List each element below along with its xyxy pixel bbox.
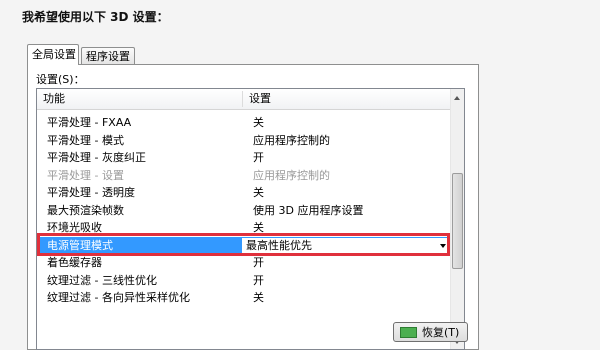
list-item-power-management[interactable]: 电源管理模式 最高性能优先 — [37, 236, 452, 254]
feature-value: 关 — [253, 221, 264, 234]
feature-value: 应用程序控制的 — [253, 168, 330, 182]
list-item: 平滑处理 - 设置 应用程序控制的 — [37, 167, 452, 185]
feature-value: 使用 3D 应用程序设置 — [253, 203, 364, 217]
column-divider[interactable] — [242, 91, 243, 107]
settings-list[interactable]: 功能 设置 平滑处理 - FXAA 关 平滑处理 - 模式 应用程序控制的 平滑… — [36, 88, 465, 350]
settings-label: 设置(S)： — [36, 73, 85, 86]
restore-button[interactable]: 恢复(T) — [393, 322, 468, 342]
list-item[interactable]: 纹理过滤 - 三线性优化 开 — [37, 272, 452, 290]
page-heading: 我希望使用以下 3D 设置： — [22, 10, 169, 24]
feature-value: 关 — [253, 291, 264, 304]
restore-label: 恢复(T) — [422, 326, 460, 339]
feature-name: 电源管理模式 — [47, 238, 113, 252]
feature-value: 应用程序控制的 — [253, 133, 330, 147]
feature-name: 平滑处理 - 透明度 — [47, 186, 135, 199]
feature-name: 着色缓存器 — [47, 256, 102, 269]
feature-value: 关 — [253, 186, 264, 199]
scrollbar-thumb[interactable] — [452, 173, 463, 269]
feature-name: 平滑处理 - FXAA — [47, 116, 132, 129]
vertical-scrollbar[interactable] — [450, 89, 464, 349]
feature-value: 开 — [253, 151, 264, 164]
dropdown-value: 最高性能优先 — [246, 238, 312, 252]
feature-value: 开 — [253, 273, 264, 287]
power-mode-dropdown[interactable]: 最高性能优先 — [242, 237, 450, 253]
column-header-feature[interactable]: 功能 — [43, 89, 65, 109]
chevron-down-icon[interactable] — [440, 243, 446, 248]
list-item[interactable]: 平滑处理 - FXAA 关 — [37, 114, 452, 132]
list-header: 功能 设置 — [37, 89, 452, 110]
nvidia-icon — [400, 327, 417, 338]
feature-name: 平滑处理 - 灰度纠正 — [47, 151, 146, 164]
list-item[interactable]: 最大预渲染帧数 使用 3D 应用程序设置 — [37, 202, 452, 220]
feature-value: 关 — [253, 116, 264, 129]
feature-name: 纹理过滤 - 各向异性采样优化 — [47, 291, 190, 304]
feature-name: 最大预渲染帧数 — [47, 203, 124, 217]
tab-program-settings[interactable]: 程序设置 — [81, 47, 135, 64]
feature-name: 平滑处理 - 模式 — [47, 133, 124, 147]
column-header-setting[interactable]: 设置 — [249, 89, 271, 109]
feature-name: 环境光吸收 — [47, 221, 102, 234]
tab-global-settings[interactable]: 全局设置 — [27, 44, 79, 65]
list-item[interactable]: 纹理过滤 - 各向异性采样优化 关 — [37, 289, 452, 307]
list-item[interactable]: 着色缓存器 开 — [37, 254, 452, 272]
list-rows: 平滑处理 - FXAA 关 平滑处理 - 模式 应用程序控制的 平滑处理 - 灰… — [37, 114, 452, 307]
list-item[interactable]: 平滑处理 - 灰度纠正 开 — [37, 149, 452, 167]
feature-name: 平滑处理 - 设置 — [47, 168, 124, 182]
feature-name: 纹理过滤 - 三线性优化 — [47, 273, 157, 287]
list-item[interactable]: 平滑处理 - 透明度 关 — [37, 184, 452, 202]
feature-value: 开 — [253, 256, 264, 269]
scroll-up-arrow-icon[interactable] — [451, 91, 464, 105]
list-item[interactable]: 平滑处理 - 模式 应用程序控制的 — [37, 132, 452, 150]
list-item[interactable]: 环境光吸收 关 — [37, 219, 452, 237]
